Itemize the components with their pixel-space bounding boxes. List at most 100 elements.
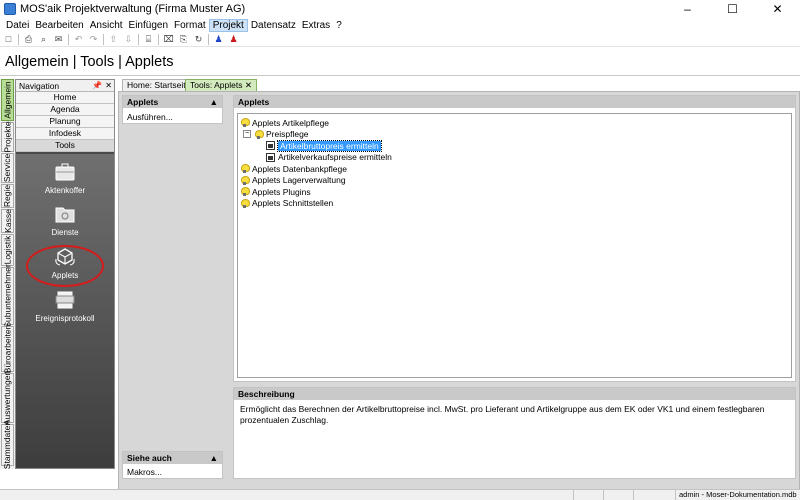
status-cell (573, 490, 603, 500)
user-red-icon[interactable]: ♟ (228, 34, 239, 45)
menu-format[interactable]: Format (171, 19, 209, 32)
menu-datensatz[interactable]: Datensatz (248, 19, 299, 32)
toolbar-separator (138, 33, 139, 45)
vtab-stammdaten[interactable]: Stammdaten (1, 420, 14, 470)
copy-icon[interactable]: ⎘ (178, 34, 189, 45)
description-panel: Beschreibung Ermöglicht das Berechnen de… (233, 387, 796, 479)
log-icon (55, 291, 75, 309)
redo-icon[interactable]: ↷ (88, 34, 99, 45)
document-search-icon[interactable]: ⌸ (143, 34, 154, 45)
arrow-down-icon[interactable]: ⇩ (123, 34, 134, 45)
panel-header: Beschreibung (234, 388, 795, 400)
tree-node[interactable]: − Preispflege (241, 129, 788, 141)
close-button[interactable]: ✕ (755, 0, 800, 18)
tree-label: Applets Artikelpflege (252, 117, 330, 128)
mail-icon[interactable]: ✉ (53, 34, 64, 45)
tree-node-selected[interactable]: Artikelbruttopreis ermitteln (241, 139, 788, 152)
tree-node[interactable]: Applets Schnittstellen (241, 198, 788, 210)
vtab-label: Regie (2, 184, 13, 208)
maximize-button[interactable]: ☐ (710, 0, 755, 18)
tab-label: Tools: Applets (190, 80, 243, 90)
collapse-tree-icon[interactable]: − (243, 130, 251, 139)
bulb-icon (241, 198, 250, 208)
breadcrumb: Allgemein | Tools | Applets (0, 48, 800, 76)
nav-button-tools[interactable]: Tools (16, 140, 114, 152)
macros-link[interactable]: Makros... (123, 464, 222, 480)
bulb-icon (241, 118, 250, 128)
nav-button-infodesk[interactable]: Infodesk (16, 128, 114, 140)
toolbar-separator (68, 33, 69, 45)
vtab-service[interactable]: Service (1, 153, 14, 183)
user-blue-icon[interactable]: ♟ (213, 34, 224, 45)
nav-button-home[interactable]: Home (16, 92, 114, 104)
panel-header: Applets ▲ (123, 96, 222, 108)
tree-label: Preispflege (266, 129, 309, 140)
collapse-icon[interactable]: ▲ (210, 452, 218, 464)
navigation-pane: Navigation 📌 ✕ Home Agenda Planung Infod… (15, 79, 115, 469)
toolbar-separator (158, 33, 159, 45)
vtab-label: Stammdaten (2, 420, 13, 470)
vtab-regie[interactable]: Regie (1, 184, 14, 208)
bulb-icon (241, 164, 250, 174)
highlight-ellipse (26, 245, 104, 287)
vtab-kasse[interactable]: Kasse (1, 209, 14, 233)
vtab-logistik[interactable]: Logistik (1, 234, 14, 266)
tree-label: Applets Lagerverwaltung (252, 175, 346, 186)
menu-help[interactable]: ? (333, 19, 345, 32)
menu-extras[interactable]: Extras (299, 19, 333, 32)
nav-button-planung[interactable]: Planung (16, 116, 114, 128)
arrow-up-icon[interactable]: ⇧ (108, 34, 119, 45)
vtab-label: Service (2, 153, 13, 183)
nav-button-agenda[interactable]: Agenda (16, 104, 114, 116)
bulb-icon (241, 187, 250, 197)
cut-icon[interactable]: ⌧ (163, 34, 174, 45)
navigation-header: Navigation 📌 ✕ (16, 80, 114, 92)
panel-title: Beschreibung (238, 389, 295, 399)
close-icon[interactable]: ✕ (105, 81, 112, 90)
tab-tools-applets[interactable]: Tools: Applets ✕ (185, 79, 257, 91)
run-action[interactable]: Ausführen... (123, 108, 222, 126)
bulb-icon (241, 175, 250, 185)
vtab-projekte[interactable]: Projekte (1, 121, 14, 153)
description-text: Ermöglicht das Berechnen der Artikelbrut… (240, 404, 765, 425)
tree-node[interactable]: Applets Lagerverwaltung (241, 175, 788, 187)
pin-icon[interactable]: 📌 (92, 81, 102, 90)
bulb-icon (255, 129, 264, 139)
print-icon[interactable]: ⎙ (23, 34, 34, 45)
see-also-panel: Siehe auch ▲ Makros... (122, 451, 223, 479)
vtab-allgemein[interactable]: Allgemein (1, 79, 14, 121)
tab-close-icon[interactable]: ✕ (245, 80, 252, 90)
tree-node[interactable]: Applets Datenbankpflege (241, 163, 788, 175)
applets-tree[interactable]: Applets Artikelpflege − Preispflege Arti… (237, 113, 792, 378)
applet-icon (266, 141, 275, 151)
new-icon[interactable]: □ (3, 34, 14, 45)
vtab-auswertungen[interactable]: Auswertungen (1, 371, 14, 425)
collapse-icon[interactable]: ▲ (210, 96, 218, 108)
menu-einfuegen[interactable]: Einfügen (126, 19, 171, 32)
toolbar-separator (103, 33, 104, 45)
menu-ansicht[interactable]: Ansicht (87, 19, 126, 32)
menu-datei[interactable]: Datei (3, 19, 32, 32)
nav-item-aktenkoffer[interactable]: Aktenkoffer (16, 162, 114, 195)
tree-label: Applets Plugins (252, 186, 311, 197)
vtab-subunternehmer[interactable]: Subunternehmer (1, 264, 14, 328)
minimize-button[interactable]: – (665, 0, 710, 18)
menu-bearbeiten[interactable]: Bearbeiten (32, 19, 86, 32)
navigation-title: Navigation (19, 80, 60, 91)
menu-projekt[interactable]: Projekt (208, 18, 248, 32)
undo-icon[interactable]: ↶ (73, 34, 84, 45)
nav-item-ereignisprotokoll[interactable]: Ereignisprotokoll (16, 290, 114, 323)
vtab-bueroarbeiten[interactable]: Büroarbeiten (1, 324, 14, 374)
document-tab-strip: Home: Startseite Tools: Applets ✕ (118, 79, 800, 91)
tree-node[interactable]: Applets Plugins (241, 186, 788, 198)
preview-icon[interactable]: ⌕ (38, 34, 49, 45)
tree-label: Applets Datenbankpflege (252, 163, 347, 174)
panel-title: Applets (127, 97, 159, 107)
tree-node[interactable]: Artikelverkaufspreise ermitteln (241, 152, 788, 164)
nav-item-dienste[interactable]: Dienste (16, 204, 114, 237)
tree-node[interactable]: Applets Artikelpflege (241, 117, 788, 129)
database-status: admin - Moser-Dokumentation.mdb (675, 490, 800, 500)
tree-label: Artikelverkaufspreise ermitteln (278, 152, 392, 163)
refresh-icon[interactable]: ↻ (193, 34, 204, 45)
vtab-label: Büroarbeiten (2, 324, 13, 374)
